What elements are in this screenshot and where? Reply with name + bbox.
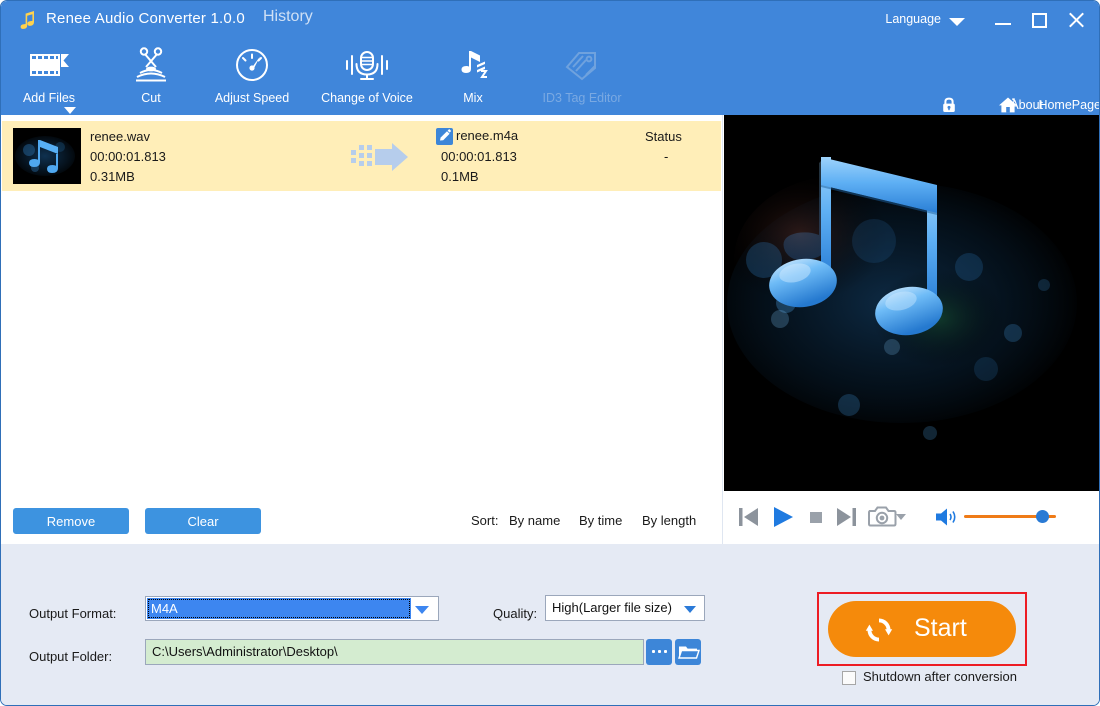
microphone-icon	[306, 45, 428, 85]
toolbar-item-id3-tag-editor: ID3 Tag Editor	[521, 45, 643, 111]
mix-note-icon	[438, 45, 508, 85]
browse-folder-button[interactable]	[646, 639, 672, 665]
next-button[interactable]	[834, 504, 858, 530]
sort-by-name-button[interactable]: By name	[509, 513, 560, 528]
sort-by-length-button[interactable]: By length	[642, 513, 696, 528]
start-button-label: Start	[914, 614, 967, 642]
status-badge: -	[664, 149, 669, 164]
toolbar-item-label: Add Files	[22, 91, 76, 105]
sort-by-time-button[interactable]: By time	[579, 513, 622, 528]
toolbar-item-adjust-speed[interactable]: Adjust Speed	[206, 45, 298, 111]
play-button[interactable]	[770, 504, 796, 530]
toolbar: Add Files Cut Adjust Speed Change of Voi…	[1, 39, 1099, 115]
output-folder-value: C:\Users\Administrator\Desktop\	[152, 644, 338, 659]
speedometer-icon	[206, 45, 298, 85]
chevron-down-icon[interactable]	[949, 18, 965, 26]
source-duration: 00:00:01.813	[90, 149, 166, 164]
target-duration: 00:00:01.813	[441, 149, 517, 164]
toolbar-item-change-of-voice[interactable]: Change of Voice	[306, 45, 428, 111]
chevron-down-icon[interactable]	[896, 514, 906, 520]
start-button-highlight: Start	[817, 592, 1027, 666]
music-note-preview	[724, 115, 1099, 491]
start-button[interactable]: Start	[828, 601, 1016, 657]
music-note-thumbnail	[13, 128, 81, 184]
chevron-down-icon[interactable]	[684, 606, 696, 613]
toolbar-item-label: Adjust Speed	[214, 91, 290, 105]
chevron-down-icon[interactable]	[64, 107, 76, 114]
quality-label: Quality:	[493, 606, 538, 621]
target-file-size: 0.1MB	[441, 169, 479, 184]
maximize-button[interactable]	[1027, 9, 1053, 31]
sort-label: Sort:	[471, 513, 499, 528]
toolbar-item-label: ID3 Tag Editor	[542, 91, 622, 105]
toolbar-item-label: Mix	[463, 91, 483, 105]
language-label[interactable]: Language	[885, 12, 941, 26]
edit-pencil-icon[interactable]	[436, 128, 453, 145]
volume-slider-handle[interactable]	[1036, 510, 1049, 523]
refresh-circular-arrows-icon	[864, 615, 894, 645]
music-note-icon	[18, 9, 40, 31]
toolbar-item-add-files[interactable]: Add Files	[1, 45, 97, 114]
stop-button[interactable]	[804, 504, 828, 530]
app-title: Renee Audio Converter 1.0.0	[46, 10, 245, 27]
output-format-label: Output Format:	[29, 606, 117, 621]
title-bar: Renee Audio Converter 1.0.0 History Lang…	[1, 1, 1099, 39]
homepage-link[interactable]: HomePage	[1038, 98, 1099, 112]
output-folder-label: Output Folder:	[29, 649, 113, 664]
convert-arrow-icon	[351, 143, 409, 171]
toolbar-item-label: Change of Voice	[321, 91, 413, 105]
add-files-icon	[1, 45, 97, 85]
file-list-area: renee.wav 00:00:01.813 0.31MB renee.m4a …	[1, 115, 723, 544]
tag-pencil-icon	[521, 45, 643, 85]
open-folder-button[interactable]	[675, 639, 701, 665]
toolbar-item-cut[interactable]: Cut	[111, 45, 191, 111]
quality-select[interactable]: High(Larger file size)	[545, 595, 705, 621]
preview-panel[interactable]	[724, 115, 1099, 491]
home-icon[interactable]	[998, 96, 1017, 114]
lock-icon[interactable]	[940, 96, 958, 114]
source-file-name: renee.wav	[90, 129, 150, 144]
ellipsis-icon	[651, 650, 667, 654]
volume-icon[interactable]	[934, 504, 960, 530]
previous-button[interactable]	[737, 504, 761, 530]
toolbar-item-label: Cut	[141, 91, 161, 105]
clear-button[interactable]: Clear	[145, 508, 261, 534]
output-format-value: M4A	[151, 601, 178, 616]
minimize-button[interactable]	[990, 9, 1016, 31]
close-button[interactable]	[1063, 9, 1089, 31]
quality-value: High(Larger file size)	[552, 600, 672, 615]
target-file-name: renee.m4a	[456, 128, 519, 143]
toolbar-item-mix[interactable]: Mix	[438, 45, 508, 111]
player-controls	[724, 491, 1099, 544]
source-file-size: 0.31MB	[90, 169, 135, 184]
remove-button[interactable]: Remove	[13, 508, 129, 534]
shutdown-after-conversion-checkbox[interactable]	[842, 671, 856, 685]
output-folder-input[interactable]: C:\Users\Administrator\Desktop\	[145, 639, 644, 665]
history-label[interactable]: History	[263, 8, 313, 26]
scissors-icon	[111, 45, 191, 85]
chevron-down-icon[interactable]	[415, 606, 429, 614]
output-format-selected-option[interactable]: M4A	[147, 598, 411, 619]
folder-icon	[675, 646, 701, 669]
status-column-header: Status	[645, 129, 682, 144]
output-format-select[interactable]: M4A	[145, 596, 439, 621]
app-window: Renee Audio Converter 1.0.0 History Lang…	[0, 0, 1100, 706]
shutdown-after-conversion-label: Shutdown after conversion	[863, 669, 1017, 684]
table-row[interactable]: renee.wav 00:00:01.813 0.31MB renee.m4a …	[2, 121, 721, 191]
